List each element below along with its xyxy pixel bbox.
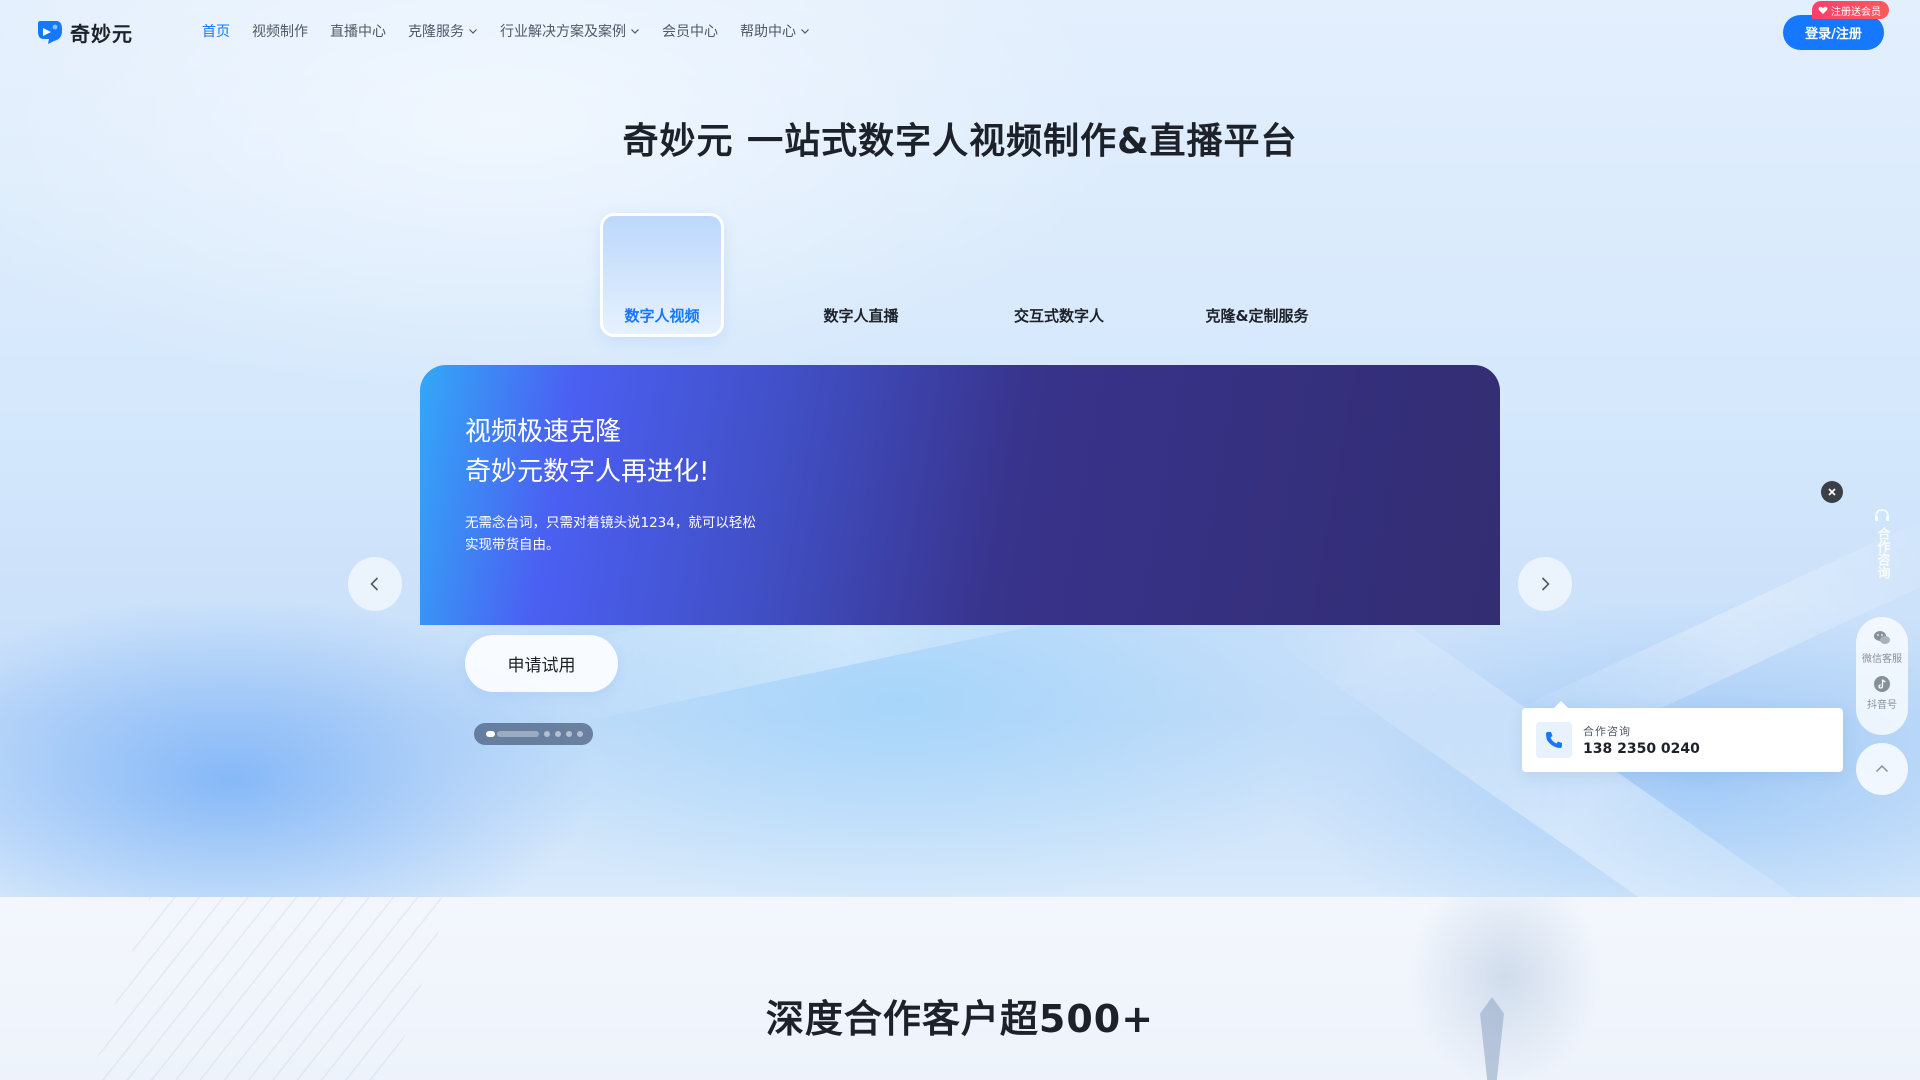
- headset-icon: [1875, 509, 1889, 521]
- pager-dot[interactable]: [486, 731, 495, 737]
- nav-label: 首页: [202, 24, 230, 40]
- pager-dot[interactable]: [566, 731, 572, 737]
- nav-item-video[interactable]: 视频制作: [252, 21, 308, 41]
- product-tabs: 数字人视频 数字人直播 交互式数字人 克隆&定制服务: [600, 213, 1320, 337]
- banner-headline-2: 奇妙元数字人再进化!: [465, 457, 710, 487]
- top-header: 奇妙元 首页 视频制作 直播中心 克隆服务 行业解决方案及案例 会员中心 帮助中…: [0, 0, 1920, 62]
- qmy-logo-icon: [38, 21, 62, 44]
- nav-item-member[interactable]: 会员中心: [662, 21, 718, 41]
- cooperation-vertical-label: 合作咨询: [1874, 527, 1890, 579]
- tab-label: 交互式数字人: [1013, 307, 1104, 325]
- back-to-top-button[interactable]: [1856, 743, 1908, 795]
- banner-pager: [474, 723, 593, 745]
- chevron-down-icon: [469, 29, 477, 34]
- chevron-right-icon: [1541, 577, 1550, 591]
- phone-icon: [1546, 732, 1562, 748]
- consult-icon-box: [1536, 722, 1572, 758]
- nav-item-live[interactable]: 直播中心: [330, 21, 386, 41]
- tab-clone-custom-service[interactable]: 克隆&定制服务: [1195, 213, 1319, 337]
- promo-badge-text: 注册送会员: [1831, 6, 1881, 18]
- consult-label: 合作咨询: [1583, 725, 1631, 738]
- douyin-icon: [1874, 676, 1890, 692]
- wechat-label: 微信客服: [1862, 654, 1902, 665]
- nav-item-help[interactable]: 帮助中心: [740, 21, 810, 41]
- site-logo[interactable]: 奇妙元: [34, 17, 133, 47]
- douyin-label: 抖音号: [1867, 700, 1897, 711]
- banner-headline-1: 视频极速克隆: [465, 417, 622, 447]
- tab-label: 数字人直播: [823, 307, 899, 325]
- nav-label: 视频制作: [252, 24, 308, 40]
- register-promo-badge[interactable]: 注册送会员: [1812, 1, 1889, 19]
- tab-digital-human-live[interactable]: 数字人直播: [799, 213, 923, 337]
- heart-icon: [1818, 6, 1828, 14]
- close-float-button[interactable]: [1821, 481, 1843, 503]
- page-title: 奇妙元 一站式数字人视频制作&直播平台: [622, 121, 1298, 162]
- banner-next-button[interactable]: [1518, 557, 1572, 611]
- pager-dot[interactable]: [544, 731, 550, 737]
- tab-digital-human-video[interactable]: 数字人视频: [600, 213, 724, 337]
- chevron-down-icon: [801, 29, 809, 34]
- tab-interactive-digital-human[interactable]: 交互式数字人: [997, 213, 1121, 337]
- banner-description: 无需念台词，只需对着镜头说1234，就可以轻松实现带货自由。: [465, 515, 756, 553]
- nav-label: 会员中心: [662, 24, 718, 40]
- pager-dot[interactable]: [577, 731, 583, 737]
- tab-label: 克隆&定制服务: [1205, 307, 1309, 325]
- pager-progress: [497, 731, 539, 737]
- douyin-item[interactable]: 抖音号: [1867, 675, 1897, 711]
- logo-text: 奇妙元: [70, 21, 133, 46]
- nav-label: 行业解决方案及案例: [500, 24, 626, 40]
- feature-banner: 视频极速克隆 奇妙元数字人再进化! 无需念台词，只需对着镜头说1234，就可以轻…: [420, 365, 1500, 625]
- close-icon: [1828, 488, 1836, 496]
- chevron-down-icon: [631, 29, 639, 34]
- pager-dot[interactable]: [555, 731, 561, 737]
- contact-side-panel: 微信客服 抖音号: [1856, 617, 1908, 735]
- main-nav: 首页 视频制作 直播中心 克隆服务 行业解决方案及案例 会员中心 帮助中心: [202, 0, 810, 62]
- nav-label: 克隆服务: [408, 24, 464, 40]
- nav-item-clone[interactable]: 克隆服务: [408, 21, 478, 41]
- nav-label: 帮助中心: [740, 24, 796, 40]
- chevron-up-icon: [1875, 764, 1889, 773]
- nav-item-home[interactable]: 首页: [202, 21, 230, 41]
- nav-item-solutions[interactable]: 行业解决方案及案例: [500, 21, 640, 41]
- cooperation-vertical-tab[interactable]: 合作咨询: [1870, 507, 1894, 584]
- consult-phone-number[interactable]: 138 2350 0240: [1583, 741, 1700, 757]
- banner-prev-button[interactable]: [348, 557, 402, 611]
- nav-label: 直播中心: [330, 24, 386, 40]
- wechat-icon: [1874, 631, 1890, 644]
- apply-trial-button[interactable]: 申请试用: [465, 635, 618, 692]
- tab-label: 数字人视频: [624, 307, 700, 325]
- login-register-button[interactable]: 登录/注册: [1783, 15, 1884, 50]
- chevron-left-icon: [370, 577, 379, 591]
- clients-section-title: 深度合作客户超500+: [765, 997, 1155, 1041]
- wechat-service-item[interactable]: 微信客服: [1862, 629, 1902, 665]
- cooperation-consult-card: 合作咨询 138 2350 0240: [1522, 701, 1843, 772]
